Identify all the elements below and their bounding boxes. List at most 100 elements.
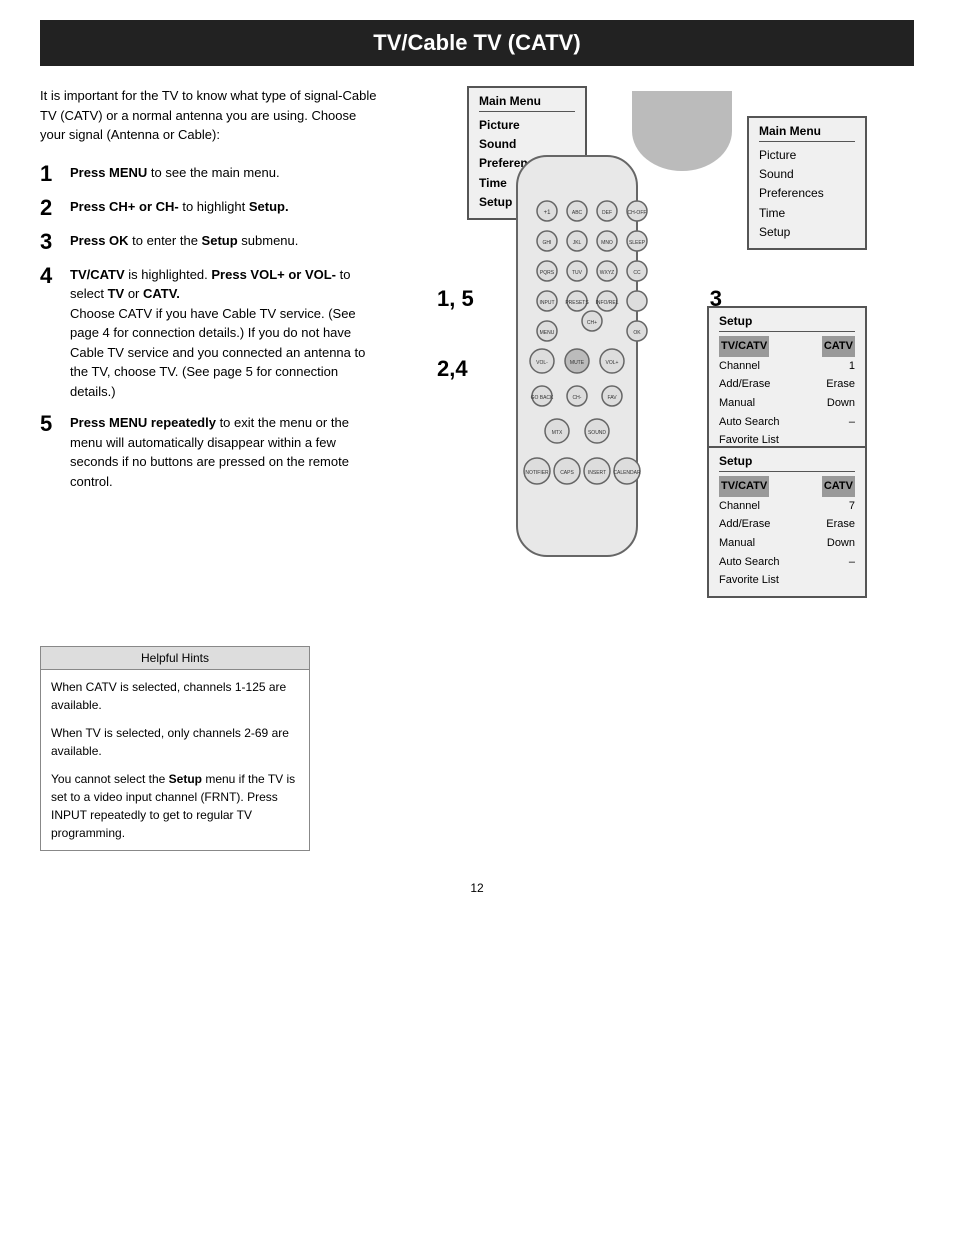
setup-row-favlist-2: Favorite List [719, 571, 855, 590]
svg-text:MENU: MENU [540, 330, 555, 336]
svg-text:NOTIFIER: NOTIFIER [525, 470, 549, 476]
step-number-1: 1 [40, 163, 60, 185]
svg-text:MUTE: MUTE [570, 360, 585, 366]
svg-text:INFO/REL: INFO/REL [595, 300, 618, 306]
setup-row-tvcatv-2: TV/CATV CATV [719, 476, 855, 497]
tvcatv-value-1: CATV [822, 336, 855, 357]
step-label-15: 1, 5 [437, 286, 474, 312]
step-1: 1 Press MENU to see the main menu. [40, 163, 380, 185]
step-number-3: 3 [40, 231, 60, 253]
hints-content: When CATV is selected, channels 1-125 ar… [41, 670, 309, 850]
svg-text:INPUT: INPUT [540, 300, 555, 306]
tvcatv-value-2: CATV [822, 476, 855, 497]
remote-control: +1 ABC DEF CH-OFF GHI JKL MNO SLEEP PQRS… [487, 146, 667, 569]
svg-text:CH+: CH+ [587, 320, 597, 326]
instructions-column: It is important for the TV to know what … [40, 86, 380, 606]
manual-label-2: Manual [719, 534, 755, 553]
channel-value-2: 7 [849, 497, 855, 516]
main-menu-1-title: Main Menu [479, 94, 575, 112]
channel-label-1: Channel [719, 357, 760, 376]
channel-value-1: 1 [849, 357, 855, 376]
svg-text:MNO: MNO [601, 240, 613, 246]
svg-text:CALENDAR: CALENDAR [613, 470, 641, 476]
svg-text:ABC: ABC [572, 210, 583, 216]
step-2: 2 Press CH+ or CH- to highlight Setup. [40, 197, 380, 219]
page-title: TV/Cable TV (CATV) [40, 20, 914, 66]
setup-row-manual-2: Manual Down [719, 534, 855, 553]
manual-value-1: Down [827, 394, 855, 413]
hint-1: When CATV is selected, channels 1-125 ar… [51, 678, 299, 714]
svg-text:WXYZ: WXYZ [600, 270, 614, 276]
svg-text:CAPS: CAPS [560, 470, 574, 476]
diagrams-column: Main Menu Picture Sound Preferences Time… [400, 86, 914, 606]
tvcatv-label-1: TV/CATV [719, 336, 769, 357]
svg-text:CH-: CH- [573, 395, 582, 401]
setup-row-adderase-1: Add/Erase Erase [719, 375, 855, 394]
svg-text:CC: CC [633, 270, 641, 276]
svg-text:FAV: FAV [607, 395, 617, 401]
svg-text:PQRS: PQRS [540, 270, 555, 276]
svg-text:GO BACK: GO BACK [531, 395, 554, 401]
favlist-label-2: Favorite List [719, 571, 779, 590]
svg-text:PRESETS: PRESETS [565, 300, 589, 306]
step-5: 5 Press MENU repeatedly to exit the menu… [40, 413, 380, 491]
autosearch-label-2: Auto Search [719, 553, 780, 572]
hints-box: Helpful Hints When CATV is selected, cha… [40, 646, 310, 851]
main-menu-2-item-setup: Setup [759, 223, 855, 242]
setup-row-manual-1: Manual Down [719, 394, 855, 413]
step-text-2: Press CH+ or CH- to highlight Setup. [70, 197, 289, 217]
channel-label-2: Channel [719, 497, 760, 516]
svg-text:INSERT: INSERT [588, 470, 606, 476]
setup-box-2-title: Setup [719, 454, 855, 472]
hints-section: Helpful Hints When CATV is selected, cha… [40, 646, 914, 851]
setup-row-autosearch-2: Auto Search – [719, 553, 855, 572]
hints-title: Helpful Hints [41, 647, 309, 670]
remote-svg: +1 ABC DEF CH-OFF GHI JKL MNO SLEEP PQRS… [487, 146, 667, 566]
step-text-1: Press MENU to see the main menu. [70, 163, 280, 183]
main-menu-2-item-time: Time [759, 204, 855, 223]
step-label-24: 2,4 [437, 356, 468, 382]
step-number-2: 2 [40, 197, 60, 219]
svg-text:SLEEP: SLEEP [629, 240, 646, 246]
step-number-5: 5 [40, 413, 60, 435]
svg-text:OK: OK [633, 330, 641, 336]
setup-box-1-title: Setup [719, 314, 855, 332]
autosearch-value-2: – [849, 553, 855, 572]
hint-3: You cannot select the Setup menu if the … [51, 770, 299, 842]
setup-box-1: Setup TV/CATV CATV Channel 1 Add/Erase E… [707, 306, 867, 458]
step-number-4: 4 [40, 265, 60, 287]
page-number: 12 [0, 871, 954, 905]
svg-text:GHI: GHI [543, 240, 552, 246]
svg-text:VOL+: VOL+ [606, 360, 619, 366]
autosearch-label-1: Auto Search [719, 413, 780, 432]
manual-label-1: Manual [719, 394, 755, 413]
svg-text:CH-OFF: CH-OFF [628, 210, 647, 216]
main-menu-2-item-sound: Sound [759, 165, 855, 184]
diagrams-wrapper: Main Menu Picture Sound Preferences Time… [447, 86, 867, 606]
adderase-label-2: Add/Erase [719, 515, 770, 534]
svg-text:TUV: TUV [572, 270, 583, 276]
adderase-value-1: Erase [826, 375, 855, 394]
svg-text:MTX: MTX [552, 430, 563, 436]
svg-text:DEF: DEF [602, 210, 612, 216]
main-menu-box-2: Main Menu Picture Sound Preferences Time… [747, 116, 867, 250]
setup-row-channel-1: Channel 1 [719, 357, 855, 376]
svg-text:+1: +1 [544, 210, 552, 216]
main-menu-2-item-preferences: Preferences [759, 184, 855, 203]
main-menu-1-item-picture: Picture [479, 116, 575, 135]
setup-row-autosearch-1: Auto Search – [719, 413, 855, 432]
autosearch-value-1: – [849, 413, 855, 432]
intro-text: It is important for the TV to know what … [40, 86, 380, 145]
step-3: 3 Press OK to enter the Setup submenu. [40, 231, 380, 253]
svg-text:JKL: JKL [573, 240, 582, 246]
setup-row-adderase-2: Add/Erase Erase [719, 515, 855, 534]
manual-value-2: Down [827, 534, 855, 553]
step-text-3: Press OK to enter the Setup submenu. [70, 231, 298, 251]
main-menu-2-title: Main Menu [759, 124, 855, 142]
step-4: 4 TV/CATV is highlighted. Press VOL+ or … [40, 265, 380, 402]
svg-text:VOL-: VOL- [536, 360, 548, 366]
step-list: 1 Press MENU to see the main menu. 2 Pre… [40, 163, 380, 492]
step-text-4: TV/CATV is highlighted. Press VOL+ or VO… [70, 265, 380, 402]
main-menu-2-item-picture: Picture [759, 146, 855, 165]
adderase-label-1: Add/Erase [719, 375, 770, 394]
